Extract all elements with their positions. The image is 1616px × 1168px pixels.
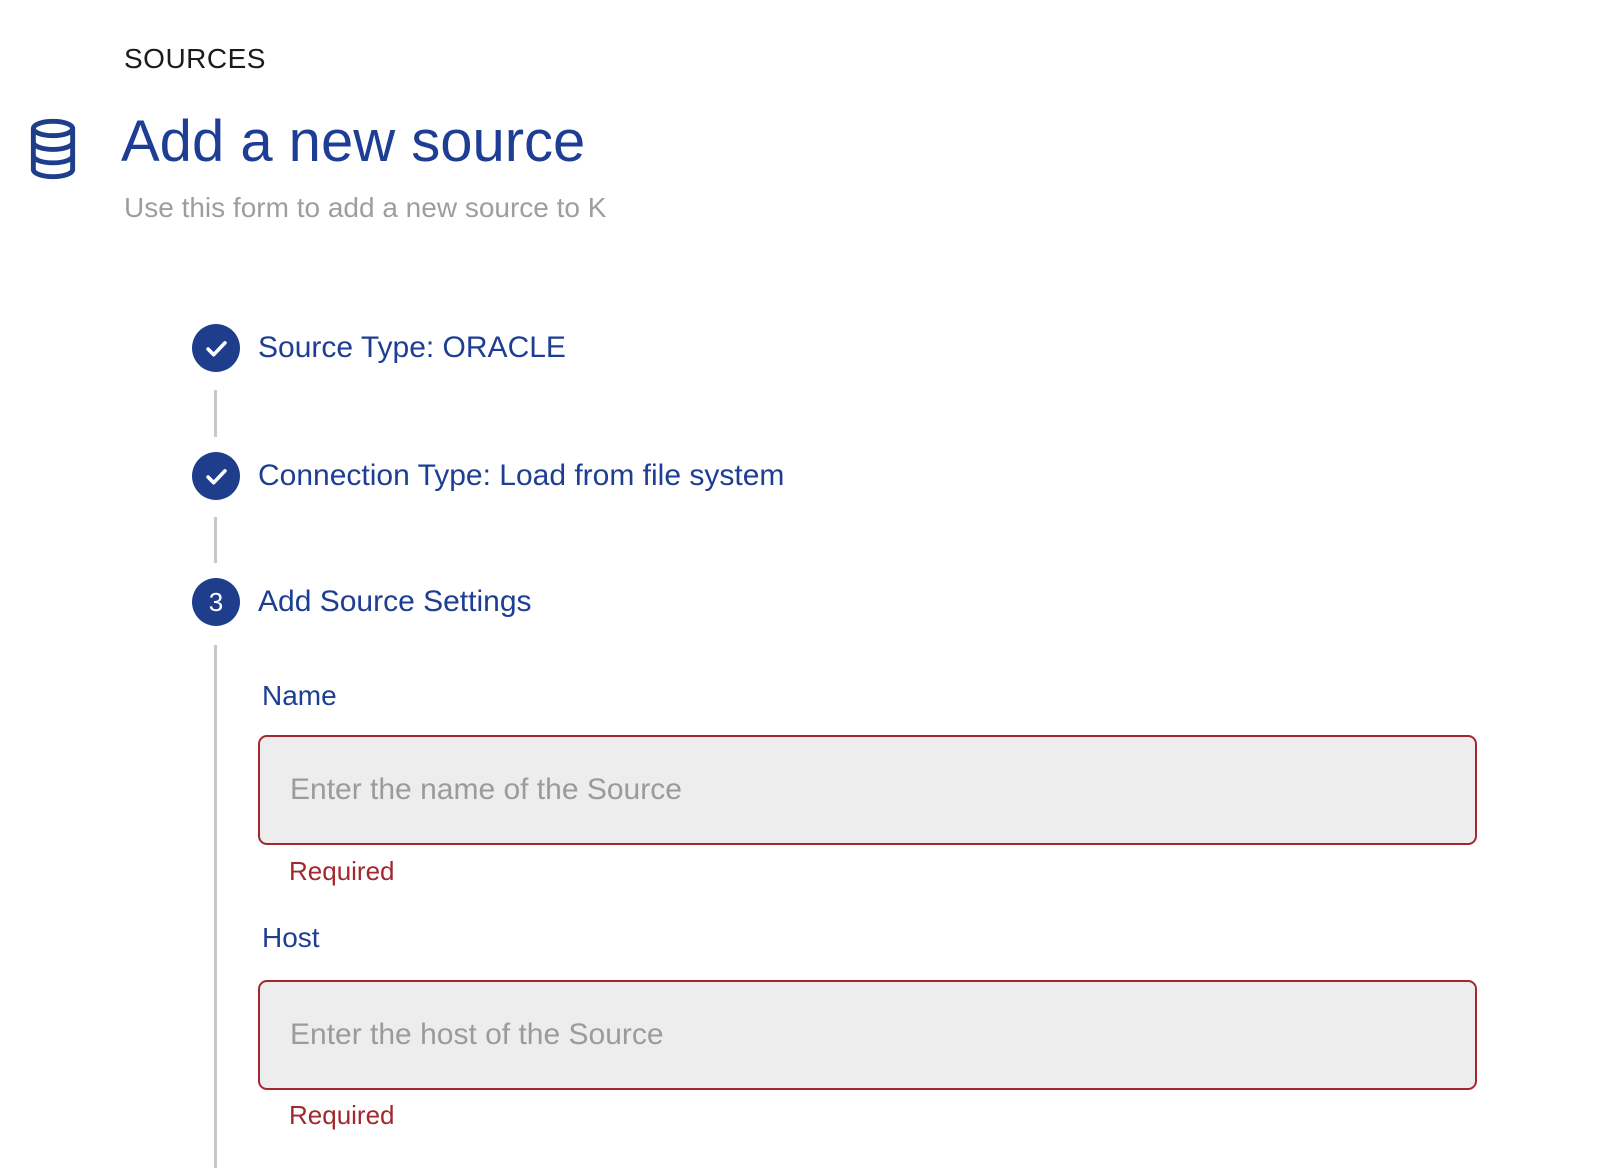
host-input[interactable] [258,980,1477,1090]
add-source-page: SOURCES Add a new source Use this form t… [0,0,1616,1168]
page-eyebrow: SOURCES [124,44,266,74]
step-1-label: Source Type: ORACLE [258,331,566,365]
page-subtitle: Use this form to add a new source to K [124,192,606,224]
step-3-label: Add Source Settings [258,585,532,619]
stepper-step-source-type[interactable]: Source Type: ORACLE [192,324,566,372]
page-title: Add a new source [121,112,585,172]
stepper-step-add-source-settings: 3 Add Source Settings [192,578,532,626]
stepper-step-connection-type[interactable]: Connection Type: Load from file system [192,452,784,500]
stepper-connector [214,645,217,1168]
database-icon [28,118,78,180]
stepper-connector [214,390,217,437]
step-3-number-indicator: 3 [192,578,240,626]
step-2-label: Connection Type: Load from file system [258,459,784,493]
stepper-connector [214,517,217,563]
name-field-label: Name [262,680,337,712]
host-required-error: Required [289,1100,395,1131]
check-icon [203,335,230,362]
name-required-error: Required [289,856,395,887]
step-2-completed-indicator [192,452,240,500]
host-field-label: Host [262,922,320,954]
step-3-number: 3 [209,589,223,615]
check-icon [203,463,230,490]
name-input[interactable] [258,735,1477,845]
step-1-completed-indicator [192,324,240,372]
